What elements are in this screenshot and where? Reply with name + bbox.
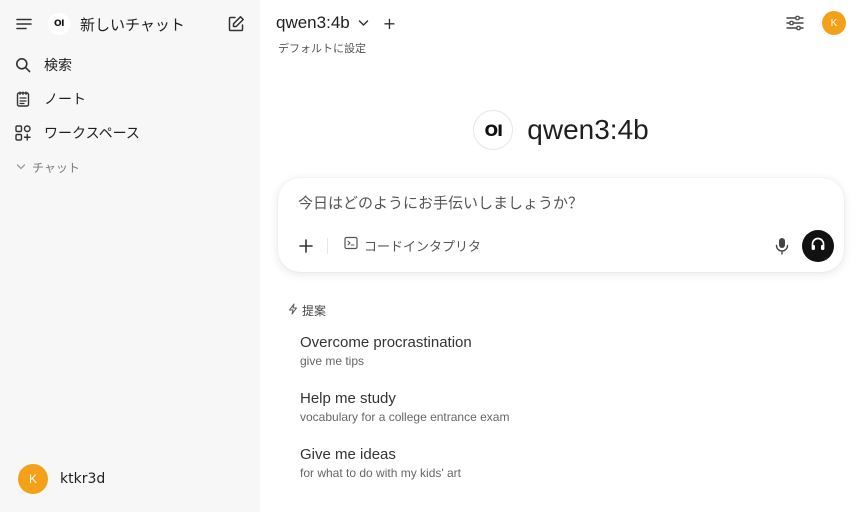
avatar[interactable]: K xyxy=(822,11,846,35)
sidebar-header: OI 新しいチャット xyxy=(0,0,260,48)
avatar: K xyxy=(18,464,48,494)
lightning-icon xyxy=(288,303,298,318)
sidebar-item-search[interactable]: 検索 xyxy=(0,48,260,82)
username: ktkr3d xyxy=(60,471,106,487)
new-chat-edit-icon[interactable] xyxy=(226,14,246,34)
divider xyxy=(327,238,328,254)
app-logo: OI xyxy=(48,13,70,35)
suggestion-item[interactable]: Give me ideas for what to do with my kid… xyxy=(300,446,461,480)
chat-section-label: チャット xyxy=(32,160,80,175)
suggestion-subtitle: give me tips xyxy=(300,354,365,368)
hero-title: qwen3:4b xyxy=(527,114,649,145)
chevron-down-icon[interactable] xyxy=(358,19,369,27)
sidebar-item-notes[interactable]: ノート xyxy=(0,82,260,116)
suggestion-item[interactable]: Overcome procrastination give me tips xyxy=(300,334,472,368)
sidebar-item-label: ノート xyxy=(44,92,86,108)
headphones-icon xyxy=(810,236,826,256)
topbar-right: K xyxy=(784,11,846,35)
chevron-down-icon xyxy=(16,163,26,171)
prompt-box: コードインタプリタ xyxy=(278,178,844,272)
model-selector[interactable]: qwen3:4b xyxy=(276,13,350,33)
new-chat-label[interactable]: 新しいチャット xyxy=(80,14,226,35)
model-logo: OI xyxy=(473,110,514,150)
note-icon xyxy=(14,90,32,108)
main-area: qwen3:4b + K デフォルトに設定 OI qwen3:4b コードインタ… xyxy=(260,0,862,512)
workspace-icon xyxy=(14,124,32,142)
code-interpreter-label: コードインタプリタ xyxy=(364,239,482,255)
terminal-icon xyxy=(344,236,358,254)
sidebar-item-label: 検索 xyxy=(44,58,72,74)
sidebar: OI 新しいチャット 検索 ノート ワークスペース チャット K ktkr3d xyxy=(0,0,260,512)
suggestion-title: Overcome procrastination xyxy=(300,334,472,351)
code-interpreter-button[interactable]: コードインタプリタ xyxy=(344,234,481,256)
voice-mode-button[interactable] xyxy=(802,230,834,262)
microphone-icon[interactable] xyxy=(772,236,792,256)
suggestion-title: Give me ideas xyxy=(300,446,396,463)
suggestion-item[interactable]: Help me study vocabulary for a college e… xyxy=(300,390,509,424)
plus-icon[interactable] xyxy=(296,236,316,256)
suggestions-label: 提案 xyxy=(302,304,327,318)
suggestion-title: Help me study xyxy=(300,390,396,407)
sidebar-item-label: ワークスペース xyxy=(44,126,140,142)
suggestions-heading: 提案 xyxy=(288,302,326,319)
set-default-link[interactable]: デフォルトに設定 xyxy=(278,40,366,56)
suggestion-subtitle: for what to do with my kids' art xyxy=(300,466,462,480)
user-menu[interactable]: K ktkr3d xyxy=(18,464,105,494)
sidebar-item-workspace[interactable]: ワークスペース xyxy=(0,116,260,150)
prompt-input[interactable] xyxy=(298,194,818,212)
menu-icon[interactable] xyxy=(14,14,34,34)
suggestion-subtitle: vocabulary for a college entrance exam xyxy=(300,410,510,424)
hero: OI qwen3:4b xyxy=(260,110,862,150)
search-icon xyxy=(14,56,32,74)
controls-icon[interactable] xyxy=(784,12,806,34)
add-model-button[interactable]: + xyxy=(383,14,396,33)
chat-section-toggle[interactable]: チャット xyxy=(0,150,260,184)
